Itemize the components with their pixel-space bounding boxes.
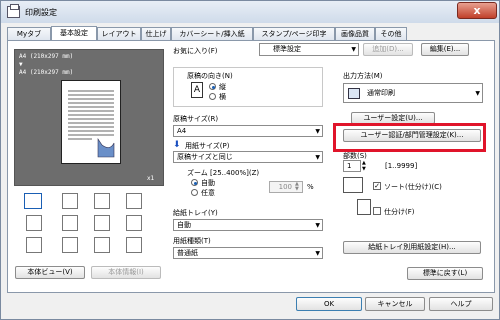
tab-label: レイアウト [101,30,137,38]
close-button[interactable]: x [457,2,497,19]
edit-favorite-button[interactable]: 編集(E)... [421,43,469,56]
favorites-label: お気に入り(F) [173,47,218,55]
tab-stamp[interactable]: スタンプ/ページ印字 [253,27,335,41]
booklet-icon[interactable] [26,215,42,231]
restore-defaults-button[interactable]: 標準に戻す(L) [407,267,483,280]
document-lines-icon [68,90,115,158]
callout-highlight-box [333,123,486,152]
chevron-down-icon: ▼ [315,128,320,135]
favorites-value: 標準設定 [273,45,301,53]
original-size-select[interactable]: A4 ▼ [173,125,323,137]
preview-arrow: ▼ [19,61,23,68]
tab-finishing[interactable]: 仕上げ [141,27,171,41]
tab-cover-sheet[interactable]: カバーシート/挿入紙 [171,27,253,41]
landscape-label: 横 [219,93,226,101]
paper-size-select[interactable]: 原稿サイズと同じ ▼ [173,151,323,163]
tab-my-tab[interactable]: Myタブ [7,27,51,41]
watermark-icon[interactable] [126,215,142,231]
zoom-label: ズーム [25..400%](Z) [187,169,260,177]
tab-basic[interactable]: 基本設定 [51,26,97,41]
offset-label: 仕分け(F) [384,208,415,216]
paper-tray-label: 給紙トレイ(Y) [173,209,218,217]
printer-icon [7,4,20,18]
cover-icon[interactable] [62,215,78,231]
fold-icon[interactable] [94,237,110,253]
preview-original-size: A4 (210x297 mm) [19,53,74,60]
zoom-auto-radio[interactable] [191,179,198,186]
tab-label: 画像品質 [341,30,369,38]
portrait-radio[interactable] [209,83,216,90]
offset-icon [357,199,371,215]
function-icon-grid [14,191,164,263]
paper-tray-value: 自動 [177,221,191,229]
paper-type-label: 用紙種類(T) [173,237,211,245]
collate-icon [343,177,363,193]
favorites-select[interactable]: 標準設定 ▼ [259,43,359,56]
tab-label: 基本設定 [60,29,88,37]
portrait-preview-icon: A [191,82,203,98]
output-method-select[interactable]: 通常印刷 ▼ [343,83,483,103]
zoom-unit: % [307,183,314,191]
copies-input[interactable]: 1 [343,160,361,172]
zoom-arbitrary-label: 任意 [201,189,215,197]
orientation-label: 原稿の向き(N) [187,72,233,80]
tab-other[interactable]: その他 [375,27,407,41]
tab-label: Myタブ [16,30,42,38]
chevron-down-icon: ▼ [351,46,356,53]
tab-label: その他 [380,30,402,38]
punch-icon[interactable] [126,193,142,209]
arrow-down-icon: ⬇ [173,140,181,150]
tab-image-quality[interactable]: 画像品質 [335,27,375,41]
paper-size-value: 原稿サイズと同じ [177,153,233,161]
zoom-value: 100 [278,183,292,191]
output-tray-icon[interactable] [62,237,78,253]
tab-layout[interactable]: レイアウト [97,27,141,41]
secure-print-icon[interactable] [126,237,142,253]
spin-arrows-icon[interactable]: ▲ ▼ [362,160,370,172]
device-info-button[interactable]: 本体情報(I) [91,266,161,279]
tab-label: 仕上げ [145,30,167,38]
preview-zoom: x1 [147,175,155,182]
tray-icon[interactable] [26,237,42,253]
tab-label: スタンプ/ページ印字 [261,30,327,38]
paper-size-label: 用紙サイズ(P) [185,142,230,150]
tab-label: カバーシート/挿入紙 [179,30,245,38]
stamp-icon[interactable] [94,215,110,231]
collate-label: ソート(仕分け)(C) [384,183,442,191]
tray-paper-settings-button[interactable]: 給紙トレイ別用紙設定(H)... [343,241,481,254]
copies-value: 1 [347,162,352,170]
spin-arrows-icon[interactable]: ▲ ▼ [295,182,302,192]
chevron-down-icon: ▼ [315,250,320,257]
staple-icon[interactable] [62,193,78,209]
zoom-arbitrary-radio[interactable] [191,189,198,196]
paper-type-select[interactable]: 普通紙 ▼ [173,247,323,259]
ok-button[interactable]: OK [296,297,362,311]
chevron-down-icon: ▼ [475,90,480,97]
duplex-icon[interactable] [94,193,110,209]
landscape-radio[interactable] [209,93,216,100]
offset-checkbox[interactable] [373,207,381,215]
add-favorite-button[interactable]: 追加(D)... [363,43,413,56]
printer-icon [348,88,360,99]
layout-icon[interactable] [24,193,42,209]
original-size-value: A4 [177,127,187,135]
portrait-label: 縦 [219,83,226,91]
preview-paper [61,80,121,164]
chevron-down-icon: ▼ [315,222,320,229]
output-method-label: 出力方法(M) [343,72,383,80]
collate-checkbox[interactable]: ✓ [373,182,381,190]
device-view-button[interactable]: 本体ビュー(V) [15,266,85,279]
preview-paper-size: A4 (210x297 mm) [19,69,74,76]
paper-type-value: 普通紙 [177,249,198,257]
print-settings-window: 印刷設定 x Myタブ 基本設定 レイアウト 仕上げ カバーシート/挿入紙 スタ… [0,0,500,320]
chevron-down-icon: ▼ [315,154,320,161]
help-button[interactable]: ヘルプ [429,297,493,311]
zoom-auto-label: 自動 [201,179,215,187]
cancel-button[interactable]: キャンセル [365,297,425,311]
title-bar: 印刷設定 x [1,1,499,23]
paper-tray-select[interactable]: 自動 ▼ [173,219,323,231]
window-title: 印刷設定 [25,8,57,17]
copies-range: [1..9999] [385,162,418,170]
original-size-label: 原稿サイズ(R) [173,115,219,123]
